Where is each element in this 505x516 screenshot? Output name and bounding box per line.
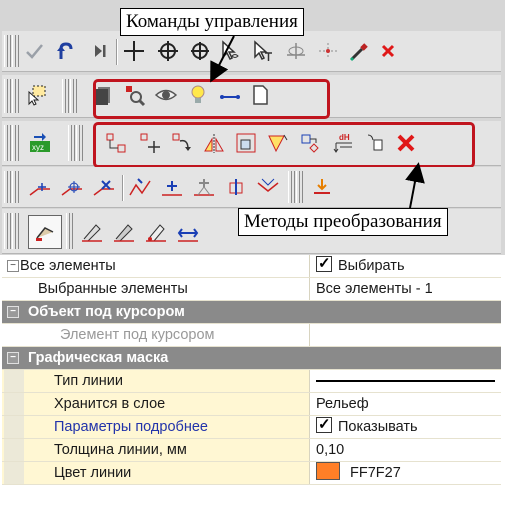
select-pointer-t-icon[interactable]	[248, 37, 276, 65]
edit-6-icon[interactable]	[190, 173, 218, 201]
row-value[interactable]: FF7F27	[309, 462, 501, 484]
row-label: Элемент под курсором	[60, 327, 215, 343]
select-frame-icon[interactable]	[22, 81, 50, 109]
row-label: Цвет линии	[54, 465, 132, 481]
grid-row-line-color[interactable]: Цвет линии FF7F27	[2, 462, 501, 485]
toolbar-grip[interactable]	[4, 171, 11, 203]
color-swatch[interactable]	[316, 462, 340, 480]
callout-methods: Методы преобразования	[238, 208, 448, 236]
toolbar-grip[interactable]	[12, 171, 19, 203]
grid-row-element-under-cursor[interactable]: Элемент под курсором	[2, 324, 501, 347]
row-value[interactable]: Показывать	[309, 414, 501, 438]
collapse-icon[interactable]: −	[7, 352, 19, 364]
xyz-coordinates-icon[interactable]: xyz	[26, 129, 54, 157]
methods-highlight-box	[93, 122, 475, 168]
snap-target2-icon[interactable]	[186, 37, 214, 65]
color-value: FF7F27	[350, 465, 401, 481]
toolbar-grip[interactable]	[12, 35, 19, 67]
toolbar-separator	[116, 39, 118, 65]
row-label: Хранится в слое	[54, 396, 166, 412]
toolbar-grip[interactable]	[4, 35, 11, 67]
edit-9-icon[interactable]	[308, 173, 336, 201]
toolbar-row-4	[2, 167, 501, 208]
row-value[interactable]: Выбирать	[309, 253, 501, 277]
row-gutter	[4, 462, 24, 484]
checkbox-select[interactable]	[316, 253, 332, 275]
toolbar-grip[interactable]	[12, 213, 19, 249]
grid-row-line-width[interactable]: Толщина линии, мм 0,10	[2, 439, 501, 462]
category-object-under-cursor[interactable]: − Объект под курсором	[2, 301, 501, 324]
edit-4-icon[interactable]	[126, 173, 154, 201]
commands-highlight-box	[93, 79, 330, 119]
callout-commands: Команды управления	[120, 8, 304, 36]
row-gutter	[4, 439, 24, 461]
collapse-icon[interactable]: −	[7, 306, 19, 318]
grid-empty-area	[2, 485, 501, 516]
row-gutter	[4, 370, 24, 392]
row-label: Тип линии	[54, 373, 123, 389]
node-snap-icon[interactable]	[314, 37, 342, 65]
svg-text:xyz: xyz	[32, 143, 44, 152]
edit-5-icon[interactable]	[158, 173, 186, 201]
grid-row-all-elements[interactable]: − Все элементы Выбирать	[2, 253, 501, 278]
toolbar-grip[interactable]	[4, 213, 11, 249]
line-type-preview	[316, 380, 495, 382]
row-value	[309, 324, 501, 346]
undo-icon[interactable]	[52, 37, 80, 65]
property-grid: − Все элементы Выбирать Выбранные элемен…	[0, 253, 505, 516]
toolbar-grip[interactable]	[76, 125, 83, 161]
toolbar-grip[interactable]	[296, 171, 303, 203]
eyedropper-icon[interactable]	[346, 37, 374, 65]
toolbar-grip[interactable]	[288, 171, 295, 203]
row-value[interactable]: Все элементы - 1	[309, 278, 501, 300]
toolbar-grip[interactable]	[62, 79, 69, 113]
category-label: Графическая маска	[28, 350, 169, 366]
collapse-icon[interactable]: −	[7, 260, 19, 272]
draw-1-icon[interactable]	[78, 217, 106, 245]
toolbar-grip[interactable]	[70, 79, 77, 113]
row-value[interactable]: Рельеф	[309, 393, 501, 415]
draw-4-icon[interactable]	[174, 217, 202, 245]
row-label: Все элементы	[20, 258, 116, 274]
checkbox-show[interactable]	[316, 414, 332, 436]
grid-row-details[interactable]: Параметры подробнее Показывать	[2, 414, 501, 439]
row-label: Выбранные элементы	[38, 281, 188, 297]
next-step-icon[interactable]	[86, 37, 114, 65]
toolbar-row-1	[2, 31, 501, 72]
edit-8-icon[interactable]	[254, 173, 282, 201]
crosshair-icon[interactable]	[120, 37, 148, 65]
select-pointer-icon[interactable]	[216, 37, 244, 65]
checkmark-icon[interactable]	[20, 37, 48, 65]
properties-icon[interactable]	[28, 215, 62, 249]
toolbar-grip[interactable]	[66, 213, 73, 249]
row-gutter	[4, 393, 24, 415]
grid-row-stored-in-layer[interactable]: Хранится в слое Рельеф	[2, 393, 501, 416]
toolbar-grip[interactable]	[12, 125, 19, 161]
checkbox-label: Выбирать	[338, 258, 405, 274]
toolbar-grip[interactable]	[12, 79, 19, 113]
category-graphic-mask[interactable]: − Графическая маска	[2, 347, 501, 370]
toolbar-grip[interactable]	[68, 125, 75, 161]
edit-2-icon[interactable]	[58, 173, 86, 201]
category-label: Объект под курсором	[28, 304, 185, 320]
edit-3-icon[interactable]	[90, 173, 118, 201]
close-icon[interactable]	[374, 37, 402, 65]
snap-target-icon[interactable]	[154, 37, 182, 65]
draw-2-icon[interactable]	[110, 217, 138, 245]
row-value[interactable]: 0,10	[309, 439, 501, 461]
grid-row-selected-elements[interactable]: Выбранные элементы Все элементы - 1	[2, 278, 501, 301]
toolbar-grip[interactable]	[4, 79, 11, 113]
grid-snap-icon[interactable]	[282, 37, 310, 65]
row-gutter	[4, 416, 24, 438]
draw-3-icon[interactable]	[142, 217, 170, 245]
checkbox-label: Показывать	[338, 419, 418, 435]
toolbar-grip[interactable]	[4, 125, 11, 161]
edit-7-icon[interactable]	[222, 173, 250, 201]
grid-row-line-type[interactable]: Тип линии	[2, 370, 501, 393]
edit-1-icon[interactable]	[26, 173, 54, 201]
row-value[interactable]	[309, 370, 501, 392]
toolbar-separator	[122, 175, 124, 201]
row-label: Толщина линии, мм	[54, 442, 187, 458]
row-label: Параметры подробнее	[54, 419, 208, 435]
